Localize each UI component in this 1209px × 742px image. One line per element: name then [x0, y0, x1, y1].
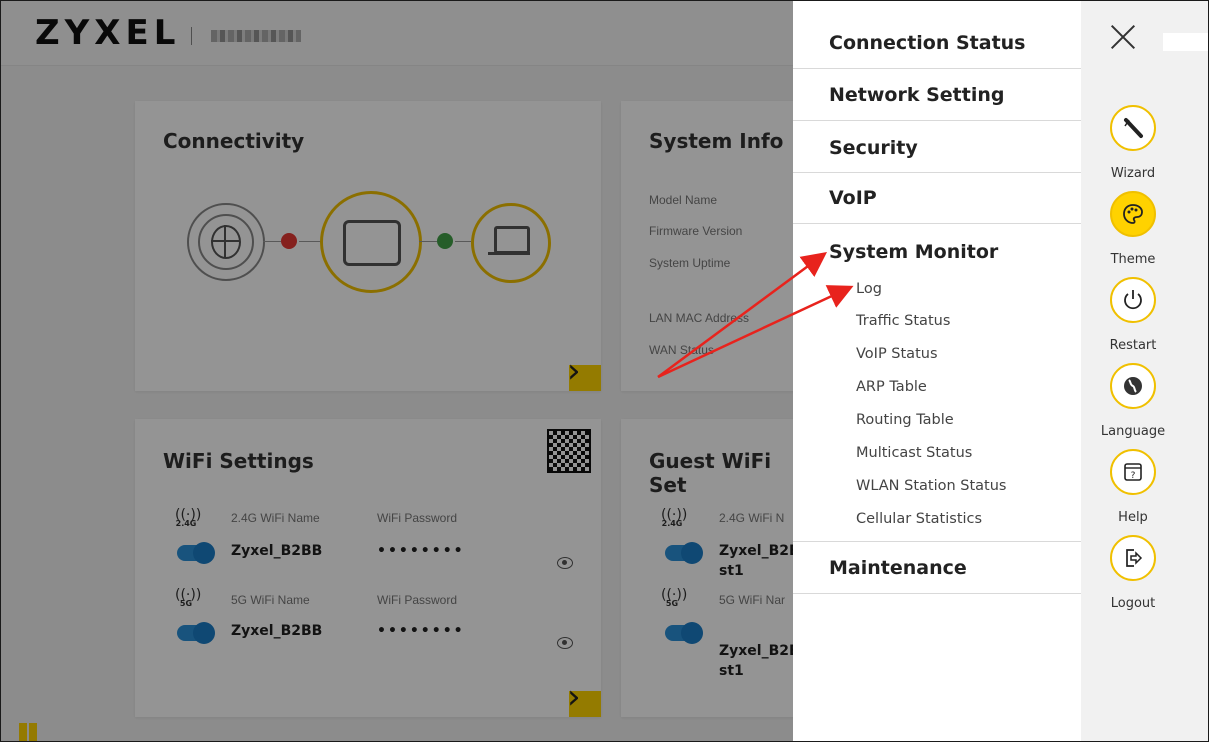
app-frame: ZYXEL Connectivity › System Info Model N… [0, 0, 1209, 742]
annotation-arrows [657, 252, 854, 379]
annotation-arrow-system-monitor [657, 252, 828, 379]
annotation-arrow-log [657, 285, 854, 379]
